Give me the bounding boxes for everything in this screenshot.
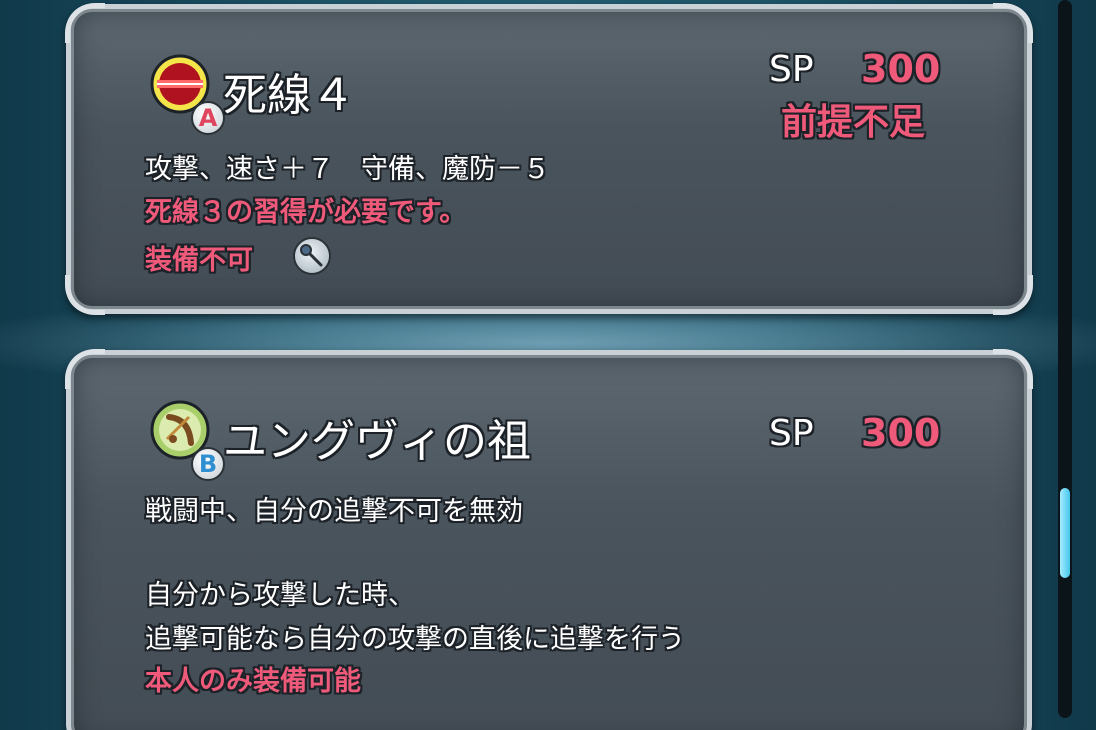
frame-corner — [65, 349, 105, 389]
scrollbar-thumb[interactable] — [1060, 488, 1070, 578]
skill-effect-line: 戦闘中、自分の追撃不可を無効 — [145, 496, 523, 527]
sp-label: SP — [769, 413, 814, 454]
frame-corner — [993, 349, 1033, 389]
frame-corner — [65, 3, 105, 43]
skill-name: 死線４ — [223, 70, 355, 121]
skill-name: ユングヴィの祖 — [223, 416, 531, 467]
slot-a-badge: A — [191, 101, 225, 135]
sp-cost: 300 — [861, 411, 941, 455]
frame-corner — [993, 275, 1033, 315]
skill-card-yngvi[interactable]: B ユングヴィの祖 SP 300 戦闘中、自分の追撃不可を無効 自分から攻撃した… — [65, 349, 1033, 730]
skill-effect: 攻撃、速さ＋７ 守備、魔防－５ — [145, 154, 550, 185]
skill-effect-line: 追撃可能なら自分の攻撃の直後に追撃を行う — [145, 624, 685, 655]
sp-label: SP — [769, 49, 814, 90]
sp-cost: 300 — [861, 47, 941, 91]
equip-restriction: 装備不可 — [145, 245, 253, 276]
skill-requirement: 死線３の習得が必要です。 — [145, 197, 467, 228]
scrollbar[interactable] — [1058, 0, 1072, 718]
staff-weapon-icon — [293, 237, 331, 275]
frame-corner — [65, 275, 105, 315]
frame-corner — [993, 3, 1033, 43]
equip-restriction: 本人のみ装備可能 — [145, 666, 361, 697]
skill-card-shisen[interactable]: A 死線４ SP 300 前提不足 攻撃、速さ＋７ 守備、魔防－５ 死線３の習得… — [65, 3, 1033, 315]
skill-effect-line: 自分から攻撃した時、 — [145, 580, 415, 611]
slot-b-badge: B — [191, 447, 225, 481]
prerequisite-status: 前提不足 — [781, 102, 926, 143]
